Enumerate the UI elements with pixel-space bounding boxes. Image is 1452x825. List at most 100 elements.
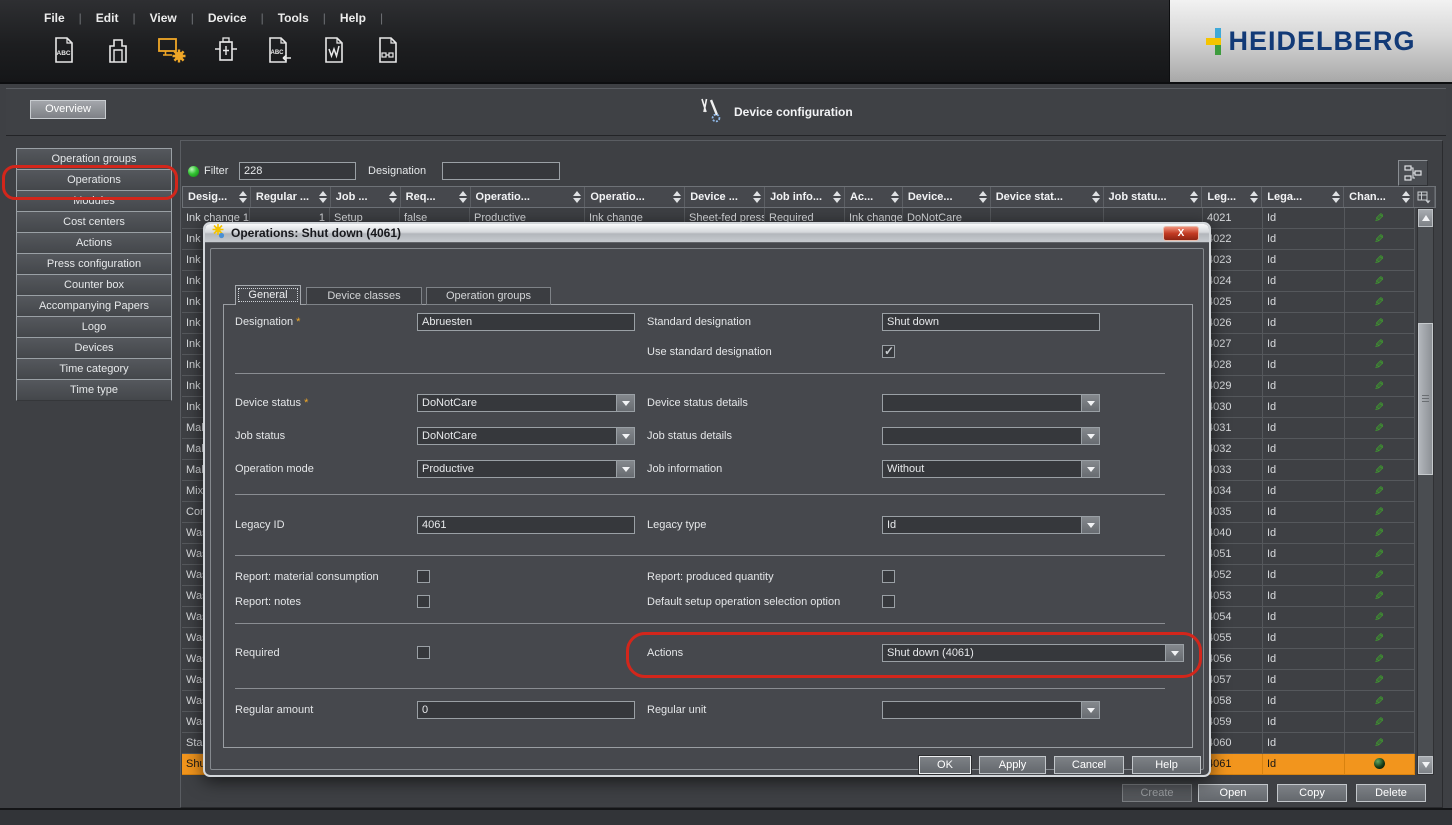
tab-general[interactable]: General <box>235 285 301 305</box>
help-button[interactable]: Help <box>1132 756 1201 774</box>
device-status-dropdown[interactable]: DoNotCare <box>417 394 635 412</box>
sidebar-item-actions[interactable]: Actions <box>16 232 172 254</box>
menu-help[interactable]: Help <box>340 9 397 27</box>
sidebar-item-counter-box[interactable]: Counter box <box>16 274 172 296</box>
designation-input[interactable] <box>417 313 635 331</box>
menu-file[interactable]: File <box>44 9 96 27</box>
operation-mode-dropdown[interactable]: Productive <box>417 460 635 478</box>
sidebar-item-operation-groups[interactable]: Operation groups <box>16 148 172 170</box>
column-header-regular[interactable]: Regular ... <box>251 187 331 207</box>
column-header-device[interactable]: Device ... <box>685 187 766 207</box>
scrollbar-thumb[interactable] <box>1418 323 1433 475</box>
dropdown-arrow-icon[interactable] <box>1081 428 1099 444</box>
heidelberg-logo-text: HEIDELBERG <box>1228 25 1416 56</box>
ok-button[interactable]: OK <box>919 756 971 774</box>
menu-device[interactable]: Device <box>208 9 278 27</box>
changed-icon: ✎ <box>1345 649 1415 670</box>
dropdown-arrow-icon[interactable] <box>1165 645 1183 661</box>
dialog-title-bar[interactable]: Operations: Shut down (4061) <box>205 224 1209 243</box>
report-quantity-checkbox[interactable] <box>882 570 895 583</box>
column-header-designation[interactable]: Desig... <box>183 187 251 207</box>
use-standard-designation-checkbox[interactable] <box>882 344 895 358</box>
tree-view-button[interactable] <box>1398 160 1428 186</box>
report-material-checkbox[interactable] <box>417 570 430 583</box>
table-cell: 4058 <box>1203 691 1263 712</box>
column-header-changed[interactable]: Chan... <box>1344 187 1415 207</box>
table-cell: Id <box>1263 649 1345 670</box>
column-header-job-status[interactable]: Job statu... <box>1104 187 1203 207</box>
dropdown-arrow-icon[interactable] <box>1081 702 1099 718</box>
column-header-operation-group[interactable]: Operatio... <box>585 187 686 207</box>
document-import-icon[interactable]: ABC <box>264 34 296 66</box>
job-status-dropdown[interactable]: DoNotCare <box>417 427 635 445</box>
actions-dropdown[interactable]: Shut down (4061) <box>882 644 1184 662</box>
tab-operation-groups[interactable]: Operation groups <box>426 287 551 305</box>
delete-button[interactable]: Delete <box>1356 784 1426 802</box>
document-abc-icon[interactable]: ABC <box>48 34 80 66</box>
overview-button[interactable]: Overview <box>30 100 106 119</box>
menu-view[interactable]: View <box>150 9 208 27</box>
column-header-legacy-id[interactable]: Leg... <box>1202 187 1263 207</box>
legacy-id-input[interactable] <box>417 516 635 534</box>
column-header-legacy-type[interactable]: Lega... <box>1262 187 1345 207</box>
job-information-dropdown[interactable]: Without <box>882 460 1100 478</box>
menu-tools[interactable]: Tools <box>278 9 340 27</box>
scroll-up-button[interactable] <box>1418 209 1433 227</box>
regular-amount-input[interactable] <box>417 701 635 719</box>
table-cell: 4040 <box>1203 523 1263 544</box>
column-header-operation-mode[interactable]: Operatio... <box>471 187 586 207</box>
sidebar-item-devices[interactable]: Devices <box>16 337 172 359</box>
default-setup-checkbox[interactable] <box>882 595 895 608</box>
sidebar-item-logo[interactable]: Logo <box>16 316 172 338</box>
table-cell: 4025 <box>1203 292 1263 313</box>
table-cell: Id <box>1263 670 1345 691</box>
required-checkbox[interactable] <box>417 646 430 659</box>
sidebar-item-time-category[interactable]: Time category <box>16 358 172 380</box>
report-notes-checkbox[interactable] <box>417 595 430 608</box>
table-scrollbar[interactable] <box>1417 208 1434 775</box>
filter-input[interactable] <box>239 162 356 180</box>
required-marker: * <box>304 397 309 409</box>
press-unit-icon[interactable] <box>210 34 242 66</box>
menu-edit[interactable]: Edit <box>96 9 150 27</box>
column-header-actions[interactable]: Ac... <box>845 187 903 207</box>
copy-button[interactable]: Copy <box>1277 784 1347 802</box>
column-header-job[interactable]: Job ... <box>331 187 401 207</box>
document-link-icon[interactable] <box>372 34 404 66</box>
scroll-down-button[interactable] <box>1418 756 1433 774</box>
changed-icon: ✎ <box>1345 544 1415 565</box>
device-configuration-icon[interactable] <box>156 34 188 66</box>
sidebar-item-press-configuration[interactable]: Press configuration <box>16 253 172 275</box>
designation-filter-input[interactable] <box>442 162 560 180</box>
dropdown-arrow-icon[interactable] <box>1081 395 1099 411</box>
column-header-device-status[interactable]: Device... <box>903 187 991 207</box>
job-status-details-dropdown[interactable] <box>882 427 1100 445</box>
column-header-required[interactable]: Req... <box>401 187 471 207</box>
standard-designation-label: Standard designation <box>647 316 751 328</box>
dialog-close-button[interactable]: X <box>1163 226 1199 241</box>
sidebar-item-modules[interactable]: Modules <box>16 190 172 212</box>
dropdown-arrow-icon[interactable] <box>616 461 634 477</box>
column-header-device-status-details[interactable]: Device stat... <box>991 187 1104 207</box>
column-chooser-icon[interactable] <box>1414 187 1436 207</box>
standard-designation-input[interactable] <box>882 313 1100 331</box>
sidebar-item-time-type[interactable]: Time type <box>16 379 172 401</box>
dropdown-arrow-icon[interactable] <box>616 395 634 411</box>
sidebar-item-operations[interactable]: Operations <box>16 169 172 191</box>
device-status-details-dropdown[interactable] <box>882 394 1100 412</box>
cancel-button[interactable]: Cancel <box>1054 756 1124 774</box>
sidebar-item-cost-centers[interactable]: Cost centers <box>16 211 172 233</box>
apply-button[interactable]: Apply <box>979 756 1046 774</box>
dropdown-arrow-icon[interactable] <box>1081 461 1099 477</box>
open-button[interactable]: Open <box>1198 784 1268 802</box>
regular-unit-dropdown[interactable] <box>882 701 1100 719</box>
dropdown-arrow-icon[interactable] <box>616 428 634 444</box>
table-cell: Id <box>1263 313 1345 334</box>
column-header-job-info[interactable]: Job info... <box>765 187 845 207</box>
legacy-type-dropdown[interactable]: Id <box>882 516 1100 534</box>
document-check-icon[interactable] <box>318 34 350 66</box>
print-icon[interactable] <box>102 34 134 66</box>
tab-device-classes[interactable]: Device classes <box>306 287 422 305</box>
sidebar-item-accompanying-papers[interactable]: Accompanying Papers <box>16 295 172 317</box>
dropdown-arrow-icon[interactable] <box>1081 517 1099 533</box>
